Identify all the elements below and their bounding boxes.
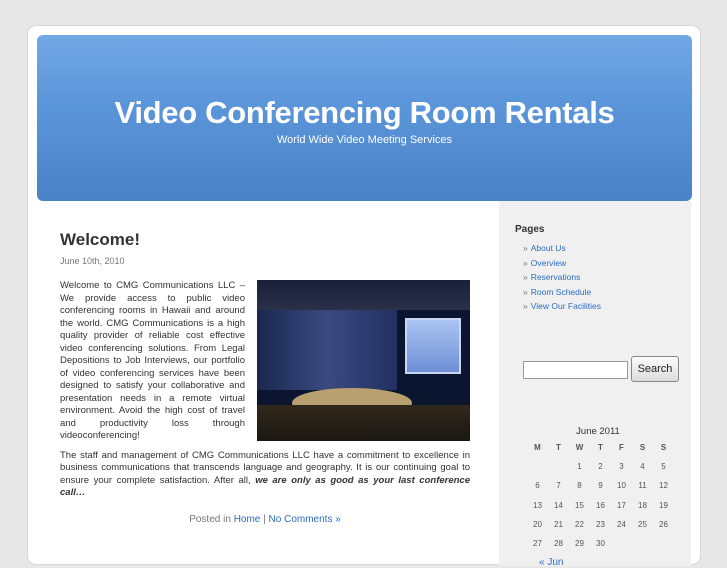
page-item-overview: » Overview — [523, 256, 601, 271]
site-title[interactable]: Video Conferencing Room Rentals — [37, 95, 692, 131]
calendar-day: 30 — [596, 539, 605, 549]
calendar-day: 21 — [554, 520, 563, 530]
calendar-day — [611, 534, 632, 553]
calendar-day: 10 — [617, 481, 626, 491]
post-meta-separator: | — [260, 513, 269, 525]
calendar-day: 16 — [596, 500, 605, 510]
bullet-icon: » — [523, 301, 528, 312]
photo-wall — [257, 310, 397, 390]
bullet-icon: » — [523, 243, 528, 253]
page-link-view-our-facilities[interactable]: View Our Facilities — [531, 301, 601, 311]
weekday-header: S — [639, 443, 646, 452]
calendar-day: 19 — [659, 500, 668, 510]
calendar-day — [653, 534, 674, 553]
sidebar: Pages » About Us » Overview » Reservations … — [499, 201, 691, 568]
conference-room-photo — [257, 280, 470, 441]
calendar-weekday-row: M T W T F S S — [527, 438, 674, 457]
weekday-header: T — [598, 443, 603, 452]
calendar-day: 20 — [533, 520, 542, 530]
calendar-day: 15 — [575, 500, 584, 510]
calendar-caption: June 2011 — [576, 426, 620, 437]
search-button[interactable]: Search — [631, 356, 679, 382]
page-item-about-us: » About Us — [523, 241, 601, 256]
calendar-day: 29 — [575, 539, 584, 549]
search-input[interactable] — [523, 361, 628, 379]
calendar-day: 14 — [554, 500, 563, 510]
calendar-day: 9 — [598, 481, 603, 491]
calendar-table: M T W T F S S 1 2 3 4 5 6 7 8 9 10 11 12… — [527, 438, 674, 553]
comments-link[interactable]: No Comments » — [269, 514, 341, 525]
calendar-day: 18 — [638, 500, 647, 510]
calendar-week-row: 6 7 8 9 10 11 12 — [527, 476, 674, 495]
weekday-header: S — [660, 443, 667, 452]
calendar-day: 22 — [575, 520, 584, 530]
pages-heading: Pages — [515, 224, 545, 235]
page-link-room-schedule[interactable]: Room Schedule — [531, 287, 591, 297]
site-header: Video Conferencing Room Rentals World Wi… — [37, 35, 692, 201]
post-paragraph-2: The staff and management of CMG Communic… — [60, 450, 470, 500]
calendar-week-row: 20 21 22 23 24 25 26 — [527, 515, 674, 534]
post-date: June 10th, 2010 — [60, 256, 125, 266]
main-content: Welcome! June 10th, 2010 Welcome to CMG … — [60, 230, 470, 525]
page-link-reservations[interactable]: Reservations — [531, 272, 581, 282]
page-container: Video Conferencing Room Rentals World Wi… — [27, 25, 701, 568]
calendar-day: 8 — [577, 481, 582, 491]
page-item-view-our-facilities: » View Our Facilities — [523, 299, 601, 314]
calendar-day: 26 — [659, 520, 668, 530]
calendar-day: 6 — [535, 481, 540, 491]
calendar-day: 13 — [533, 500, 542, 510]
post-meta: Posted in Home | No Comments » — [60, 514, 470, 525]
page-link-about-us[interactable]: About Us — [531, 243, 566, 253]
calendar-day: 24 — [617, 520, 626, 530]
post-entry: Welcome to CMG Communications LLC – We p… — [60, 280, 470, 500]
calendar-day — [548, 457, 569, 476]
weekday-header: W — [575, 443, 584, 452]
bullet-icon: » — [523, 272, 528, 283]
post-title[interactable]: Welcome! — [60, 230, 470, 250]
weekday-header: M — [534, 443, 541, 452]
calendar-day: 27 — [533, 539, 542, 549]
calendar-day: 7 — [556, 481, 561, 491]
weekday-header: T — [556, 443, 561, 452]
category-link-home[interactable]: Home — [234, 514, 261, 525]
calendar-day: 1 — [577, 462, 582, 472]
calendar-day: 3 — [619, 462, 624, 472]
calendar-week-row: 27 28 29 30 — [527, 534, 674, 553]
calendar-day: 12 — [659, 481, 668, 491]
calendar-day: 17 — [617, 500, 626, 510]
page-item-reservations: » Reservations — [523, 270, 601, 285]
calendar-day: 11 — [638, 481, 647, 491]
calendar-day — [632, 534, 653, 553]
bullet-icon: » — [523, 257, 528, 268]
photo-chairs — [257, 405, 470, 441]
photo-projection-screen — [405, 318, 461, 374]
calendar-day: 28 — [554, 539, 563, 549]
bullet-icon: » — [523, 286, 528, 297]
calendar-day: 2 — [598, 462, 603, 472]
pages-list: » About Us » Overview » Reservations » Room … — [523, 241, 601, 314]
calendar-week-row: 1 2 3 4 5 — [527, 457, 674, 476]
calendar-day: 23 — [596, 520, 605, 530]
photo-ceiling — [257, 280, 470, 310]
page-link-overview[interactable]: Overview — [531, 258, 566, 268]
calendar-prev-month-link[interactable]: « Jun — [539, 557, 563, 568]
calendar-day: 25 — [638, 520, 647, 530]
site-description: World Wide Video Meeting Services — [276, 134, 453, 146]
post-meta-prefix: Posted in — [189, 513, 234, 525]
calendar-week-row: 13 14 15 16 17 18 19 — [527, 496, 674, 515]
calendar-day — [527, 457, 548, 476]
calendar-day: 5 — [661, 462, 666, 472]
page-item-room-schedule: » Room Schedule — [523, 285, 601, 300]
calendar-day: 4 — [640, 462, 645, 472]
weekday-header: F — [619, 443, 624, 452]
